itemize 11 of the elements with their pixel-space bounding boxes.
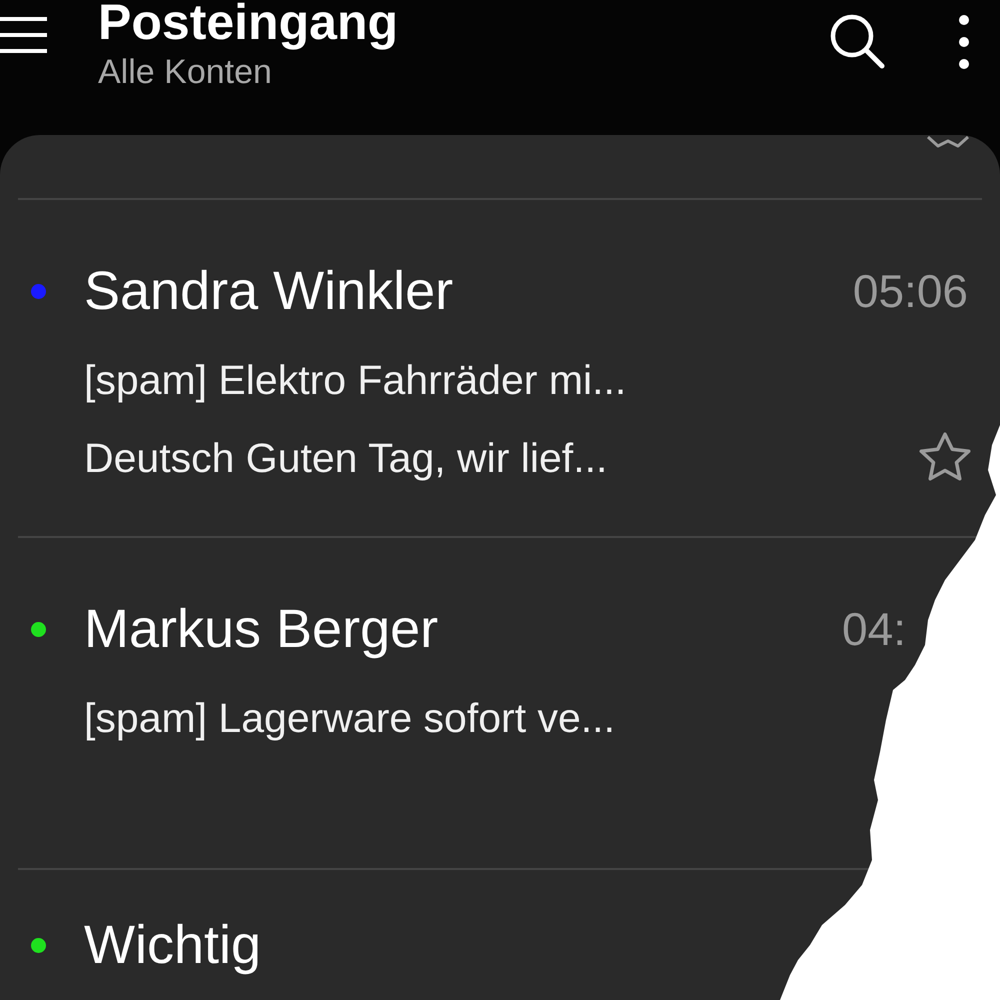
account-filter[interactable]: Alle Konten — [98, 50, 828, 94]
sender-name: Markus Berger — [84, 598, 438, 661]
message-time: 05:06 — [852, 264, 968, 319]
message-subject: [spam] Elektro Fahrräder mi... — [84, 356, 626, 405]
inbox-title: Posteingang — [98, 0, 400, 48]
message-subject: [spam] Lagerware sofort ve... — [84, 694, 615, 743]
more-options-icon[interactable] — [958, 12, 970, 72]
message-time: 04: — [842, 602, 906, 657]
sender-name: Sandra Winkler — [84, 260, 454, 323]
message-preview: Deutsch Guten Tag, wir lief... — [84, 434, 608, 483]
sender-name: Wichtig — [84, 914, 262, 977]
